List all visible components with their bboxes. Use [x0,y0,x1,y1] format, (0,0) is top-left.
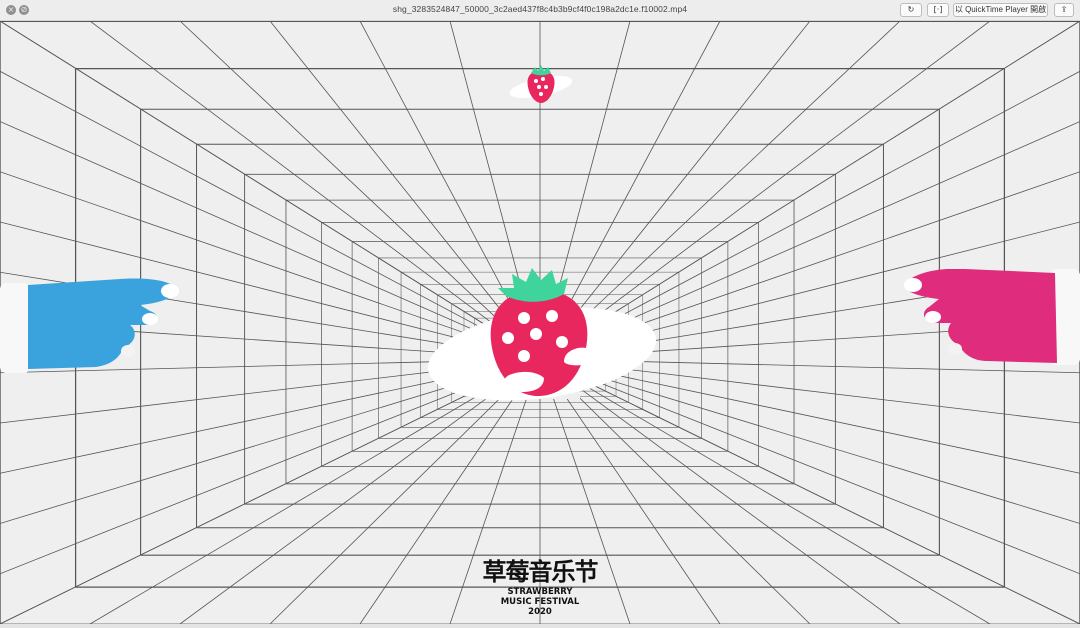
festival-title-cn: 草莓音乐节 [482,558,599,586]
pink-glove-hand [904,269,1080,365]
festival-title-en-line2: MUSIC FESTIVAL [500,597,580,607]
quicklook-window: × ⊘ shg_3283524847_50000_3c2aed437f8c4b3… [0,0,1080,628]
share-icon[interactable]: ⇪ [1054,3,1074,17]
rotate-icon[interactable]: ↻ [900,3,922,17]
title-bar: × ⊘ shg_3283524847_50000_3c2aed437f8c4b3… [0,0,1080,21]
festival-title-en-line1: STRAWBERRY [507,587,573,597]
window-bottom-edge [0,624,1080,628]
blue-glove-hand [0,278,179,373]
festival-year: 2020 [528,607,552,617]
open-with-quicktime-button[interactable]: 以 QuickTime Player 開啟 [953,3,1048,17]
trim-icon[interactable]: [·] [927,3,949,17]
video-frame[interactable]: 草莓音乐节 STRAWBERRY MUSIC FESTIVAL 2020 [0,21,1080,624]
strawberry-logo [428,268,657,401]
small-strawberry-logo [509,65,573,103]
